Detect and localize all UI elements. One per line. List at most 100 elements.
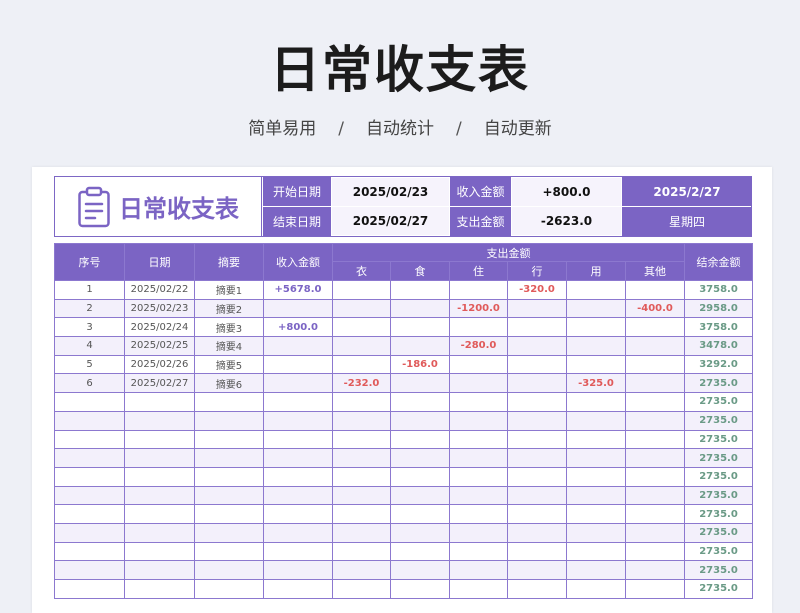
row-expense[interactable] [507, 504, 567, 524]
row-expense[interactable] [332, 485, 391, 506]
row-no[interactable] [54, 466, 125, 487]
row-expense[interactable] [507, 373, 567, 394]
row-expense[interactable] [449, 485, 508, 506]
row-expense[interactable]: -1200.0 [449, 298, 508, 319]
row-expense[interactable] [507, 541, 567, 562]
row-expense[interactable] [507, 579, 567, 599]
row-expense[interactable] [390, 504, 450, 524]
row-date[interactable] [124, 504, 195, 524]
row-expense[interactable] [449, 504, 508, 524]
row-summary[interactable] [194, 392, 264, 412]
row-expense[interactable]: -325.0 [566, 373, 626, 394]
row-expense[interactable] [566, 448, 626, 468]
row-expense[interactable] [332, 280, 391, 300]
row-expense[interactable] [449, 317, 508, 338]
row-no[interactable]: 2 [54, 298, 125, 319]
row-expense[interactable]: -232.0 [332, 373, 391, 394]
row-expense[interactable] [507, 429, 567, 450]
row-income[interactable]: +5678.0 [263, 280, 333, 300]
row-expense[interactable] [507, 485, 567, 506]
row-expense[interactable] [449, 541, 508, 562]
row-expense[interactable] [566, 354, 626, 375]
row-expense[interactable] [332, 560, 391, 580]
row-expense[interactable] [390, 392, 450, 412]
row-date[interactable] [124, 466, 195, 487]
row-expense[interactable] [566, 466, 626, 487]
row-expense[interactable] [332, 429, 391, 450]
row-expense[interactable] [566, 541, 626, 562]
row-expense[interactable] [390, 466, 450, 487]
row-date[interactable]: 2025/02/23 [124, 298, 195, 319]
row-expense[interactable] [332, 354, 391, 375]
row-expense[interactable] [390, 541, 450, 562]
row-date[interactable] [124, 541, 195, 562]
row-expense[interactable] [507, 392, 567, 412]
row-expense[interactable] [449, 280, 508, 300]
row-expense[interactable] [566, 522, 626, 543]
row-income[interactable] [263, 298, 333, 319]
row-date[interactable]: 2025/02/25 [124, 336, 195, 356]
row-expense[interactable] [566, 504, 626, 524]
row-expense[interactable] [566, 317, 626, 338]
row-income[interactable] [263, 485, 333, 506]
row-expense[interactable] [332, 448, 391, 468]
row-expense[interactable] [449, 373, 508, 394]
row-expense[interactable]: -320.0 [507, 280, 567, 300]
row-summary[interactable]: 摘要1 [194, 280, 264, 300]
row-income[interactable] [263, 504, 333, 524]
row-summary[interactable]: 摘要2 [194, 298, 264, 319]
row-expense[interactable] [625, 504, 685, 524]
row-date[interactable]: 2025/02/26 [124, 354, 195, 375]
row-expense[interactable] [625, 410, 685, 431]
row-no[interactable]: 5 [54, 354, 125, 375]
row-expense[interactable] [566, 410, 626, 431]
row-date[interactable] [124, 560, 195, 580]
row-expense[interactable] [390, 429, 450, 450]
row-expense[interactable] [625, 336, 685, 356]
row-expense[interactable] [625, 560, 685, 580]
row-summary[interactable] [194, 579, 264, 599]
start-date-value[interactable]: 2025/02/23 [332, 178, 449, 206]
row-summary[interactable] [194, 522, 264, 543]
row-expense[interactable] [625, 579, 685, 599]
row-expense[interactable] [449, 448, 508, 468]
row-expense[interactable]: -400.0 [625, 298, 685, 319]
row-no[interactable] [54, 429, 125, 450]
row-expense[interactable] [449, 522, 508, 543]
row-date[interactable]: 2025/02/22 [124, 280, 195, 300]
row-no[interactable] [54, 560, 125, 580]
row-date[interactable] [124, 485, 195, 506]
row-expense[interactable] [332, 504, 391, 524]
row-expense[interactable] [625, 354, 685, 375]
row-income[interactable] [263, 373, 333, 394]
row-no[interactable]: 4 [54, 336, 125, 356]
row-expense[interactable] [390, 485, 450, 506]
row-expense[interactable] [390, 280, 450, 300]
row-expense[interactable] [332, 466, 391, 487]
row-expense[interactable] [390, 448, 450, 468]
row-income[interactable] [263, 410, 333, 431]
row-expense[interactable] [449, 410, 508, 431]
row-expense[interactable] [449, 392, 508, 412]
row-no[interactable] [54, 392, 125, 412]
row-expense[interactable] [390, 410, 450, 431]
row-expense[interactable] [566, 429, 626, 450]
row-income[interactable] [263, 448, 333, 468]
row-summary[interactable] [194, 448, 264, 468]
row-expense[interactable] [625, 541, 685, 562]
row-expense[interactable] [390, 298, 450, 319]
row-expense[interactable] [625, 485, 685, 506]
row-expense[interactable] [507, 466, 567, 487]
row-income[interactable]: +800.0 [263, 317, 333, 338]
row-summary[interactable] [194, 541, 264, 562]
row-expense[interactable] [566, 280, 626, 300]
row-expense[interactable] [625, 466, 685, 487]
row-expense[interactable] [332, 392, 391, 412]
row-expense[interactable] [332, 336, 391, 356]
row-income[interactable] [263, 560, 333, 580]
row-no[interactable] [54, 504, 125, 524]
row-summary[interactable] [194, 485, 264, 506]
row-expense[interactable] [390, 317, 450, 338]
row-summary[interactable] [194, 504, 264, 524]
row-summary[interactable]: 摘要6 [194, 373, 264, 394]
